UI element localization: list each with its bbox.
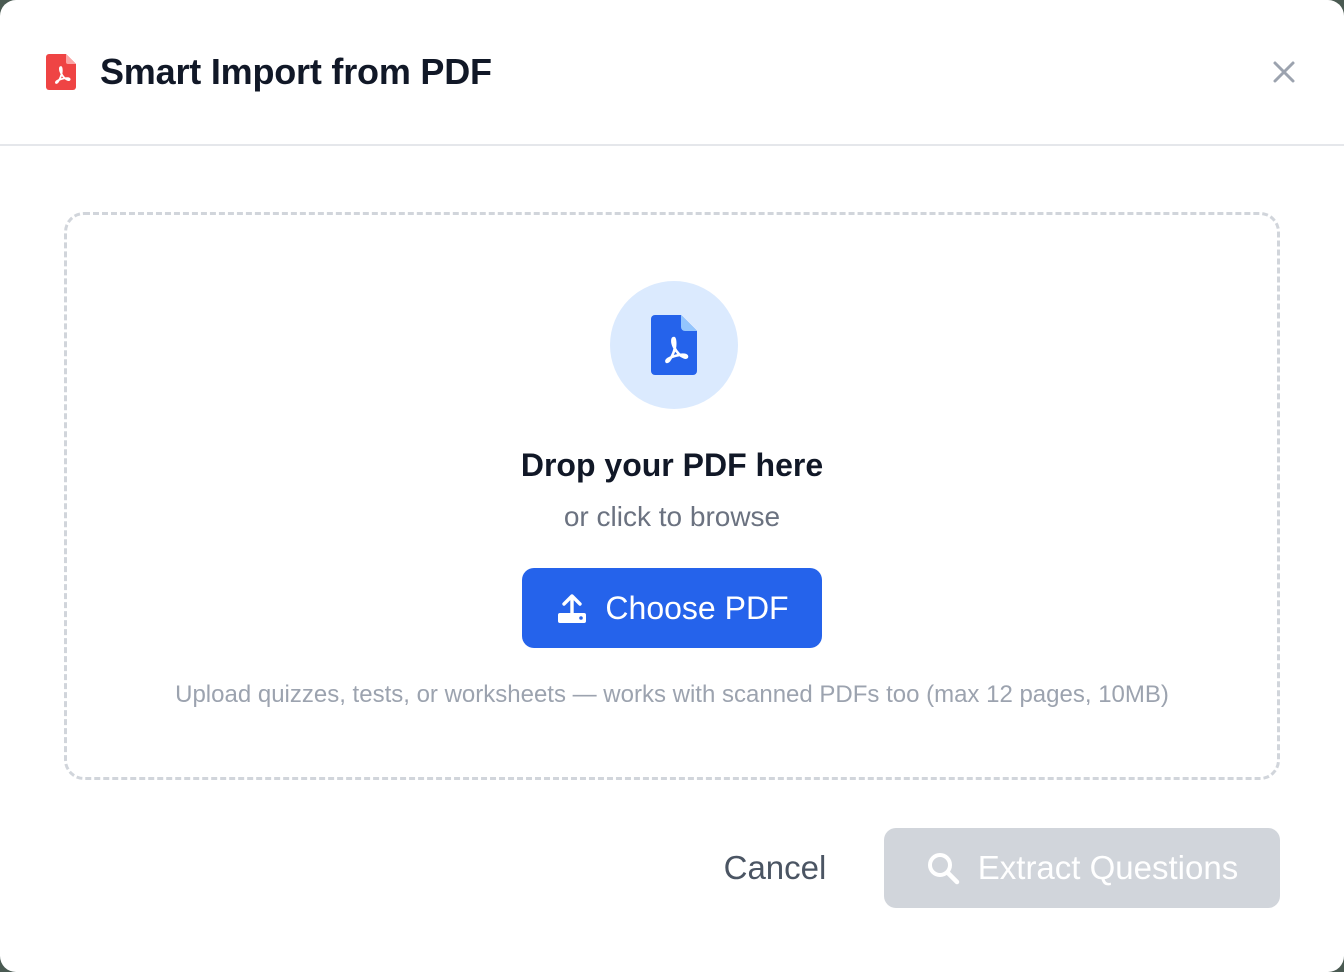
pdf-icon-circle <box>610 281 738 409</box>
extract-questions-label: Extract Questions <box>977 849 1239 886</box>
dropzone-hint: Upload quizzes, tests, or worksheets — w… <box>175 681 1169 708</box>
dropzone-title: Drop your PDF here <box>520 447 824 483</box>
dialog-header: Smart Import from PDF <box>0 0 1344 146</box>
close-icon <box>1273 61 1295 83</box>
extract-questions-button[interactable]: Extract Questions <box>884 828 1280 908</box>
search-icon <box>926 851 960 885</box>
upload-icon <box>555 591 589 625</box>
choose-pdf-button[interactable]: Choose PDF <box>522 568 822 648</box>
choose-pdf-label: Choose PDF <box>605 589 789 626</box>
pdf-dropzone[interactable]: Drop your PDF here or click to browse Ch… <box>64 212 1280 780</box>
dialog-title: Smart Import from PDF <box>100 51 492 92</box>
pdf-file-icon <box>44 54 78 90</box>
pdf-file-icon <box>651 315 697 375</box>
import-pdf-dialog: Smart Import from PDF Drop your PDF here… <box>0 0 1344 972</box>
close-button[interactable] <box>1268 56 1300 88</box>
cancel-button[interactable]: Cancel <box>700 828 850 908</box>
dropzone-subtitle: or click to browse <box>563 501 781 532</box>
